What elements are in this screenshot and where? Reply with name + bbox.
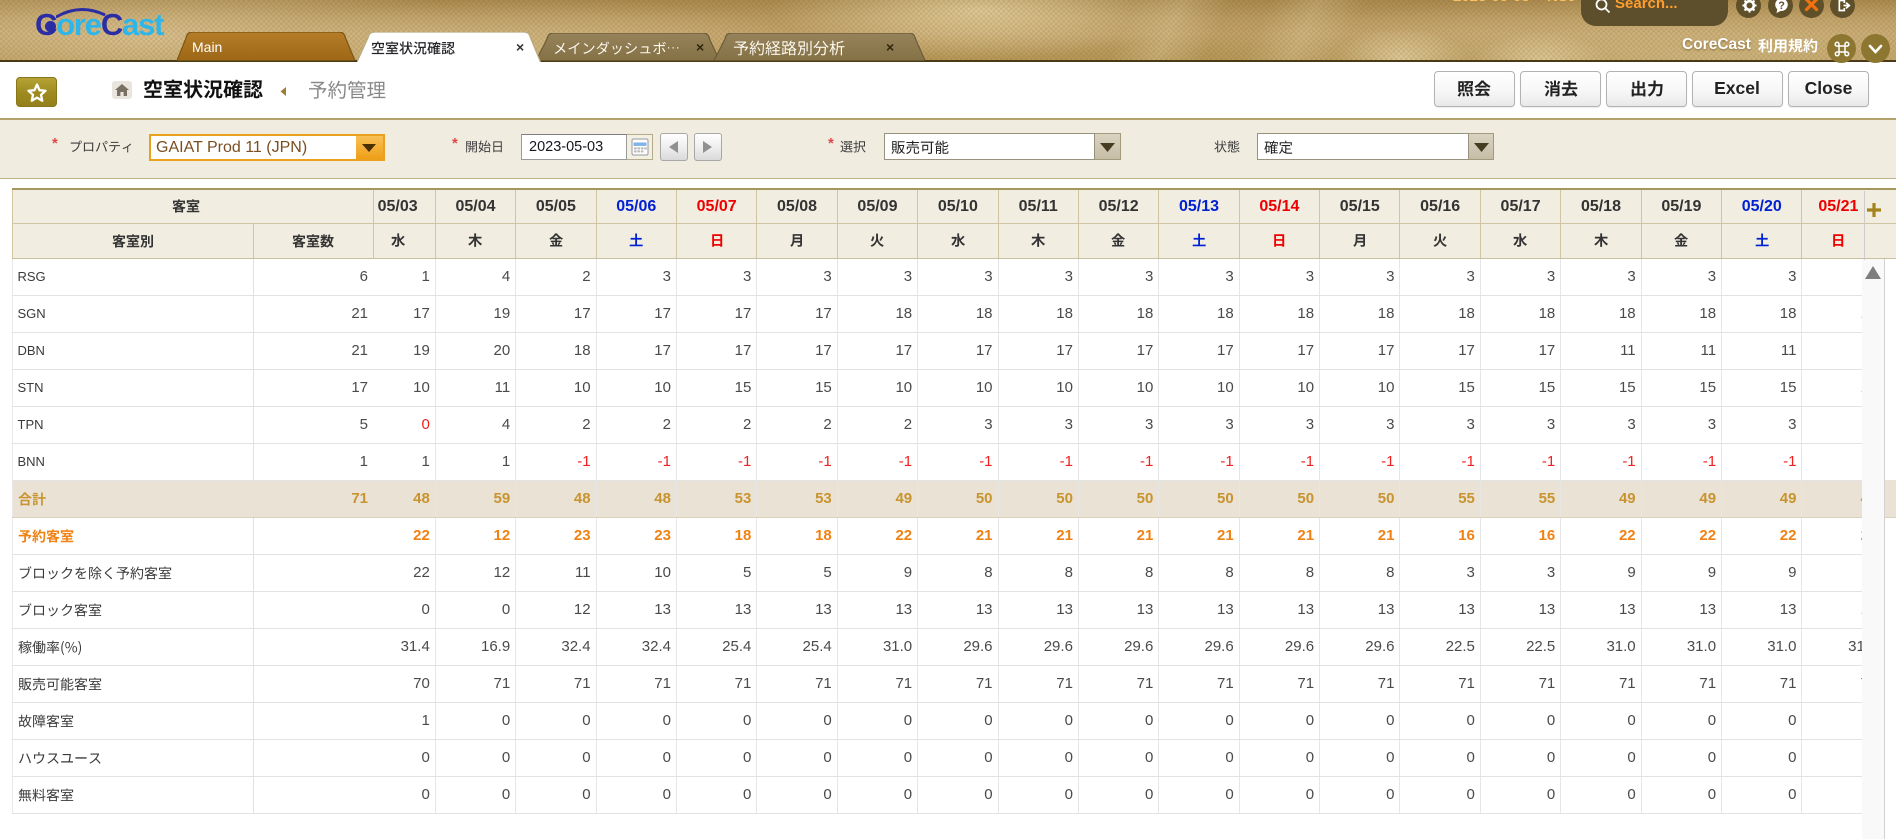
- svg-text:?: ?: [1778, 0, 1785, 11]
